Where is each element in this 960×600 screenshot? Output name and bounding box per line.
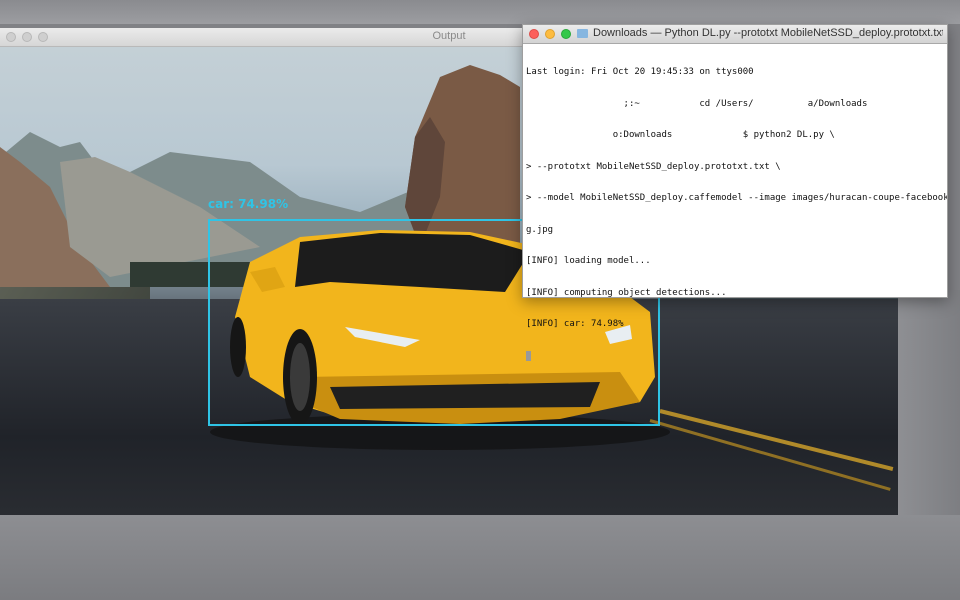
terminal-line: [INFO] car: 74.98% <box>526 319 624 329</box>
terminal-close-button[interactable] <box>529 29 539 39</box>
terminal-line: > --prototxt MobileNetSSD_deploy.prototx… <box>526 161 781 172</box>
terminal-title: Downloads — Python DL.py --prototxt Mobi… <box>593 27 943 39</box>
terminal-line: ;:~ cd /Users/ a/Downloads <box>526 98 868 109</box>
terminal-cursor-line <box>526 350 944 362</box>
terminal-line: o:Downloads $ python2 DL.py \ <box>526 130 835 140</box>
terminal-window[interactable]: Downloads — Python DL.py --prototxt Mobi… <box>522 24 948 361</box>
detection-label: car: 74.98% <box>208 197 289 211</box>
terminal-output[interactable]: Last login: Fri Oct 20 19:45:33 on ttys0… <box>523 44 947 384</box>
terminal-titlebar[interactable]: Downloads — Python DL.py --prototxt Mobi… <box>523 25 947 44</box>
terminal-cursor <box>526 350 531 361</box>
terminal-line: [INFO] computing object detections... <box>526 287 727 298</box>
folder-icon <box>577 29 588 38</box>
frame-top <box>0 0 960 24</box>
terminal-maximize-button[interactable] <box>561 29 571 39</box>
terminal-line: [INFO] loading model... <box>526 256 651 266</box>
terminal-minimize-button[interactable] <box>545 29 555 39</box>
terminal-line: Last login: Fri Oct 20 19:45:33 on ttys0… <box>526 67 754 77</box>
terminal-line: > --model MobileNetSSD_deploy.caffemodel… <box>526 193 947 203</box>
frame-bottom <box>0 515 960 600</box>
terminal-line: g.jpg <box>526 224 554 235</box>
